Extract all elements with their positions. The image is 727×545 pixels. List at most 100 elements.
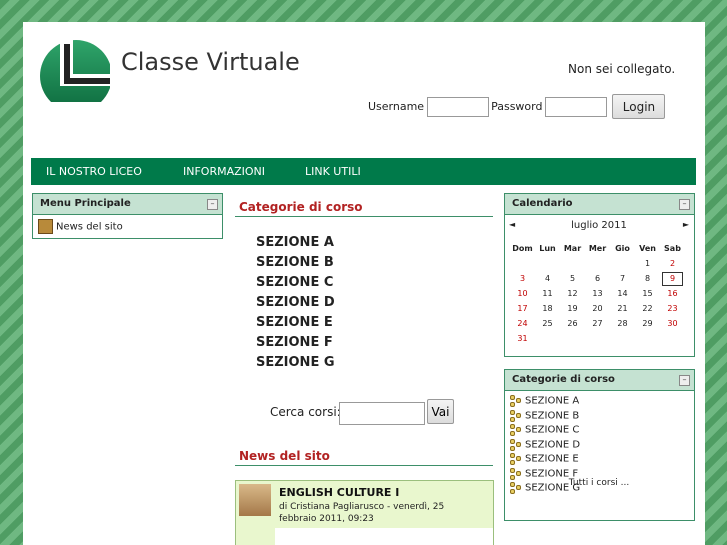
author-avatar[interactable]	[239, 484, 271, 516]
calendar-empty-cell	[585, 256, 610, 271]
weekday-header: Gio	[615, 244, 630, 253]
calendar-day[interactable]: 29	[635, 316, 660, 331]
category-item[interactable]: SEZIONE G	[256, 355, 335, 375]
calendar-day[interactable]: 22	[635, 301, 660, 316]
search-go-button[interactable]: Vai	[427, 399, 454, 424]
calendar-day[interactable]: 25	[535, 316, 560, 331]
all-courses-link[interactable]: Tutti i corsi ...	[505, 478, 693, 488]
calendar-day[interactable]: 21	[610, 301, 635, 316]
calendar-day[interactable]: 5	[560, 271, 585, 286]
nav-item-link-utili[interactable]: LINK UTILI	[305, 165, 361, 178]
calendar-empty-cell	[635, 331, 660, 346]
calendar-day[interactable]: 19	[560, 301, 585, 316]
calendar-day[interactable]: 23	[660, 301, 685, 316]
calendar-day[interactable]: 24	[510, 316, 535, 331]
menu-principale-block: Menu Principale – News del sito	[32, 193, 223, 239]
category-list: SEZIONE A SEZIONE B SEZIONE C SEZIONE D …	[256, 235, 335, 375]
calendar-day[interactable]: 16	[660, 286, 685, 301]
weekday-header: Dom	[512, 244, 533, 253]
calendar-day[interactable]: 15	[635, 286, 660, 301]
calendar-day[interactable]: 14	[610, 286, 635, 301]
calendar-day[interactable]: 17	[510, 301, 535, 316]
collapse-icon[interactable]: –	[679, 375, 690, 386]
calendar-week: 12	[510, 256, 685, 271]
side-category-item[interactable]: SEZIONE D	[510, 438, 581, 451]
block-title: Categorie di corso	[512, 374, 615, 385]
calendar-empty-cell	[660, 331, 685, 346]
calendar-week: 24 25 26 27 28 29 30	[510, 316, 685, 331]
search-courses-input[interactable]	[339, 402, 425, 425]
page-container: Classe Virtuale Non sei collegato. Usern…	[23, 22, 705, 545]
calendar-day[interactable]: 8	[635, 271, 660, 286]
category-item[interactable]: SEZIONE E	[256, 315, 335, 335]
calendar-month: luglio 2011	[571, 220, 627, 231]
calendar-day[interactable]: 4	[535, 271, 560, 286]
calendar-day[interactable]: 6	[585, 271, 610, 286]
calendar-empty-cell	[585, 331, 610, 346]
side-category-item[interactable]: SEZIONE E	[510, 453, 579, 465]
calendar-day[interactable]: 10	[510, 286, 535, 301]
block-title: Menu Principale	[40, 198, 131, 209]
calendar-day[interactable]: 3	[510, 271, 535, 286]
calendar-day[interactable]: 31	[510, 331, 535, 346]
calendar-day[interactable]: 11	[535, 286, 560, 301]
next-month-icon[interactable]: ►	[683, 220, 689, 229]
collapse-icon[interactable]: –	[679, 199, 690, 210]
side-category-label: SEZIONE C	[525, 424, 580, 436]
login-button[interactable]: Login	[612, 94, 666, 119]
calendar-empty-cell	[535, 256, 560, 271]
category-item[interactable]: SEZIONE A	[256, 235, 335, 255]
calendar-week: 10 11 12 13 14 15 16	[510, 286, 685, 301]
side-category-item[interactable]: SEZIONE A	[510, 395, 579, 407]
nav-item-informazioni[interactable]: INFORMAZIONI	[183, 165, 265, 178]
calendar-day[interactable]: 12	[560, 286, 585, 301]
block-header: Calendario –	[505, 194, 694, 215]
menu-item-news[interactable]: News del sito	[38, 219, 123, 234]
password-label: Password	[491, 100, 543, 113]
side-category-label: SEZIONE B	[525, 410, 580, 421]
news-icon	[38, 219, 53, 234]
side-category-item[interactable]: SEZIONE C	[510, 424, 579, 436]
calendar-day[interactable]: 18	[535, 301, 560, 316]
category-item[interactable]: SEZIONE D	[256, 295, 335, 315]
calendar-day[interactable]: 26	[560, 316, 585, 331]
side-category-label: SEZIONE E	[525, 453, 579, 465]
nav-item-il-nostro-liceo[interactable]: IL NOSTRO LICEO	[46, 165, 142, 178]
password-input[interactable]	[545, 96, 608, 117]
category-item[interactable]: SEZIONE C	[256, 275, 335, 295]
calendar-day[interactable]: 7	[610, 271, 635, 286]
site-title: Classe Virtuale	[121, 48, 300, 76]
category-folder-icon	[510, 395, 521, 407]
news-post: ENGLISH CULTURE I di Cristiana Pagliarus…	[235, 480, 494, 545]
category-folder-icon	[510, 453, 521, 465]
calendar-day[interactable]: 27	[585, 316, 610, 331]
today-marker: 9	[662, 271, 683, 286]
side-categories-block: Categorie di corso – SEZIONE A SEZIONE B S…	[504, 369, 695, 521]
block-header: Menu Principale –	[33, 194, 222, 215]
post-body	[275, 528, 493, 545]
calendar-day[interactable]: 9	[660, 271, 685, 286]
collapse-icon[interactable]: –	[207, 199, 218, 210]
calendar-block: Calendario – ◄ luglio 2011 ► Dom Lun Mar Me…	[504, 193, 695, 357]
calendar-day[interactable]: 28	[610, 316, 635, 331]
calendar-day[interactable]: 1	[635, 256, 660, 271]
calendar-empty-cell	[560, 256, 585, 271]
calendar-day[interactable]: 2	[660, 256, 685, 271]
login-form: Username Password Login	[368, 94, 666, 119]
calendar-empty-cell	[610, 256, 635, 271]
category-item[interactable]: SEZIONE B	[256, 255, 335, 275]
calendar-empty-cell	[535, 331, 560, 346]
side-category-label: SEZIONE D	[525, 439, 581, 450]
side-category-item[interactable]: SEZIONE B	[510, 409, 580, 422]
calendar-day[interactable]: 30	[660, 316, 685, 331]
main-navbar: IL NOSTRO LICEO INFORMAZIONI LINK UTILI	[31, 158, 696, 185]
category-folder-icon	[510, 409, 521, 422]
weekday-header: Mar	[563, 244, 582, 253]
username-input[interactable]	[427, 96, 490, 117]
category-folder-icon	[510, 467, 521, 480]
category-item[interactable]: SEZIONE F	[256, 335, 335, 355]
search-courses-label: Cerca corsi:	[270, 405, 341, 419]
calendar-day[interactable]: 20	[585, 301, 610, 316]
calendar-empty-cell	[510, 256, 535, 271]
calendar-day[interactable]: 13	[585, 286, 610, 301]
